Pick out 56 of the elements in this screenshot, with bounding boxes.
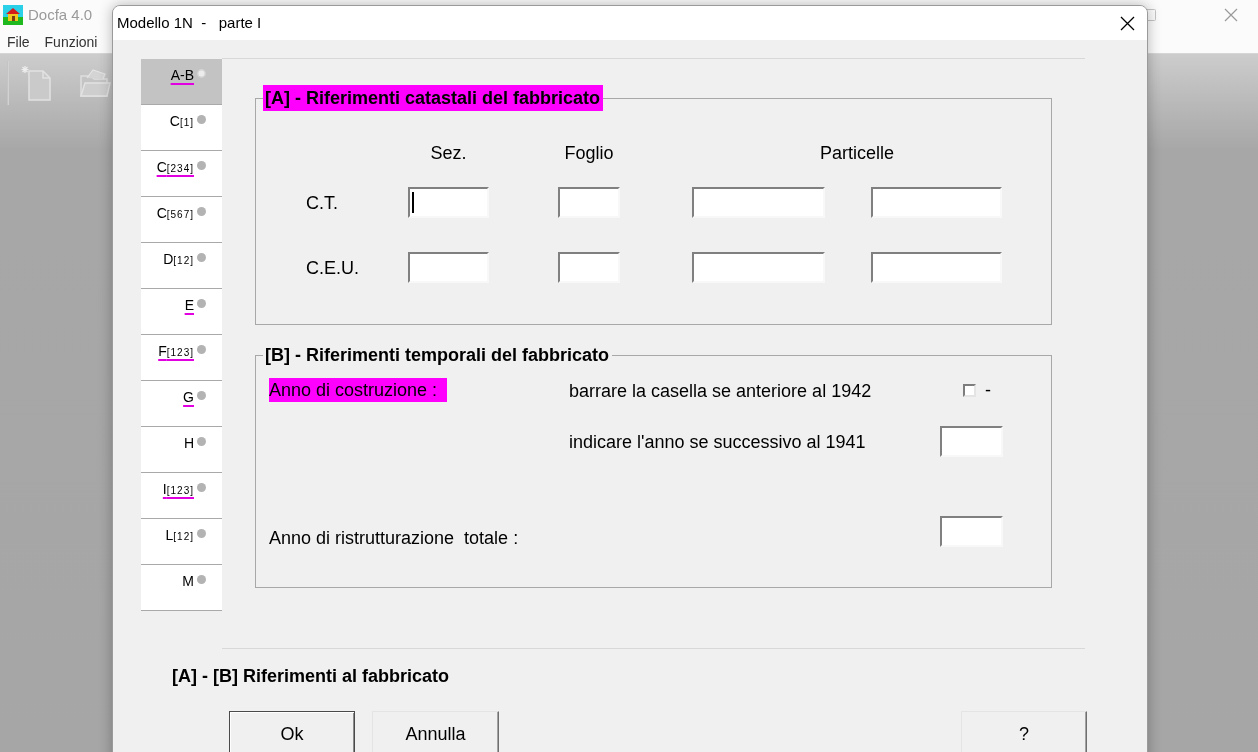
checkbox-label: - <box>985 379 991 401</box>
menu-item[interactable]: File <box>7 31 30 52</box>
status-dot-icon <box>197 575 206 584</box>
ring-icon <box>197 69 206 78</box>
row-label: C.T. <box>305 191 339 214</box>
text-field[interactable] <box>692 187 825 218</box>
field-label: Anno di costruzione : <box>269 378 448 402</box>
text-field[interactable] <box>408 187 489 218</box>
status-dot-icon <box>197 391 206 400</box>
status-dot-icon <box>197 253 206 262</box>
dialog-button[interactable]: ? <box>961 711 1087 752</box>
status-dot-icon <box>197 299 206 308</box>
tab[interactable]: M <box>141 565 222 611</box>
tab[interactable]: I[123] <box>141 473 222 519</box>
status-dot-icon <box>197 483 206 492</box>
text-field[interactable] <box>558 252 620 283</box>
row-label: C.E.U. <box>305 256 360 279</box>
year-field[interactable] <box>940 426 1003 457</box>
tab[interactable]: C[234] <box>141 151 222 197</box>
status-dot-icon <box>197 161 206 170</box>
tab[interactable]: C[567] <box>141 197 222 243</box>
status-dot-icon <box>197 529 206 538</box>
tab[interactable]: H <box>141 427 222 473</box>
tab[interactable]: C[1] <box>141 105 222 151</box>
status-dot-icon <box>197 437 206 446</box>
tab[interactable]: E <box>141 289 222 335</box>
status-dot-icon <box>197 207 206 216</box>
text-field[interactable] <box>558 187 620 218</box>
text-field[interactable] <box>871 187 1002 218</box>
column-header: Particelle <box>819 142 895 164</box>
house-icon <box>3 5 23 25</box>
tab[interactable]: L[12] <box>141 519 222 565</box>
section-caption: [A] - [B] Riferimenti al fabbricato <box>172 665 449 687</box>
field-label: Anno di ristrutturazione totale : <box>269 526 520 550</box>
status-dot-icon <box>197 345 206 354</box>
text-field[interactable] <box>408 252 489 283</box>
checkbox[interactable] <box>963 383 976 397</box>
column-header: Sez. <box>429 142 468 164</box>
field-label: indicare l'anno se successivo al 1941 <box>569 430 867 453</box>
tab[interactable]: F[123] <box>141 335 222 381</box>
window-title: Docfa 4.0 <box>28 5 93 25</box>
close-icon[interactable] <box>1120 15 1135 31</box>
dialog-button[interactable]: Annulla <box>372 711 499 752</box>
tab[interactable]: D[12] <box>141 243 222 289</box>
tab[interactable]: G <box>141 381 222 427</box>
field-label: barrare la casella se anteriore al 1942 <box>569 380 873 402</box>
dialog-title: Modello 1N - parte I <box>117 13 262 33</box>
group-title: [A] - Riferimenti catastali del fabbricato <box>263 85 604 111</box>
year-field[interactable] <box>940 516 1003 547</box>
dialog-button[interactable]: Ok <box>229 711 355 752</box>
text-field[interactable] <box>871 252 1002 283</box>
menu-item[interactable]: Funzioni <box>44 31 98 52</box>
column-header: Foglio <box>563 142 615 164</box>
tab[interactable]: A-B <box>141 59 222 105</box>
status-dot-icon <box>197 115 206 124</box>
text-field[interactable] <box>692 252 825 283</box>
